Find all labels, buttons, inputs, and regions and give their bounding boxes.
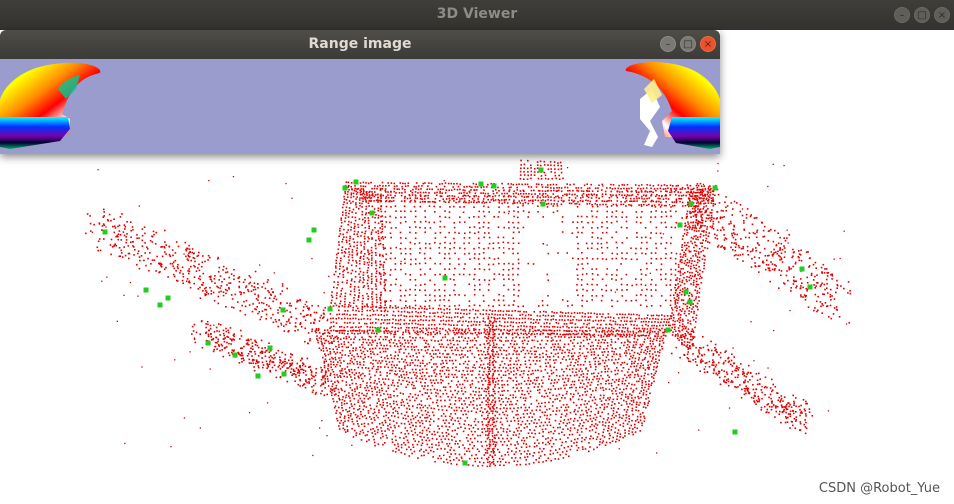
keypoint <box>807 284 813 290</box>
viewer-titlebar[interactable]: 3D Viewer – □ × <box>0 0 954 30</box>
keypoint <box>143 287 149 293</box>
range-image-canvas[interactable] <box>0 59 720 154</box>
keypoint <box>478 181 484 187</box>
viewer-window-title: 3D Viewer <box>436 6 518 22</box>
range-right-blob <box>625 62 720 149</box>
range-maximize-button[interactable]: □ <box>680 36 696 52</box>
viewer-close-button[interactable]: × <box>934 7 950 23</box>
keypoint <box>306 237 312 243</box>
keypoint <box>712 185 718 191</box>
keypoint <box>491 183 497 189</box>
range-window-controls: – □ × <box>660 36 716 52</box>
keypoint <box>205 340 211 346</box>
keypoint <box>677 222 683 228</box>
keypoint <box>311 227 317 233</box>
keypoint <box>342 185 348 191</box>
keypoint <box>281 371 287 377</box>
range-image-window: Range image – □ × <box>0 30 720 154</box>
keypoint <box>688 201 694 207</box>
keypoint <box>102 229 108 235</box>
keypoint <box>327 306 333 312</box>
keypoint <box>538 167 544 173</box>
keypoint <box>540 201 546 207</box>
keypoint <box>442 275 448 281</box>
keypoint <box>369 210 375 216</box>
viewer-window-controls: – □ × <box>894 7 950 23</box>
range-close-button[interactable]: × <box>700 36 716 52</box>
keypoint <box>375 327 381 333</box>
keypoint <box>232 352 238 358</box>
range-window-title: Range image <box>308 36 412 52</box>
keypoint <box>165 295 171 301</box>
keypoint <box>665 327 671 333</box>
viewer-maximize-button[interactable]: □ <box>914 7 930 23</box>
keypoint <box>255 373 261 379</box>
keypoint <box>732 429 738 435</box>
viewer-minimize-button[interactable]: – <box>894 7 910 23</box>
keypoint <box>462 460 468 466</box>
keypoint <box>157 302 163 308</box>
range-minimize-button[interactable]: – <box>660 36 676 52</box>
range-image <box>0 62 720 149</box>
keypoint <box>353 179 359 185</box>
csdn-watermark: CSDN @Robot_Yue <box>818 481 940 496</box>
desktop: 3D Viewer – □ × Range image – □ × CSDN @… <box>0 0 954 504</box>
range-titlebar[interactable]: Range image – □ × <box>0 30 720 59</box>
range-left-blob <box>0 62 101 149</box>
keypoint <box>799 266 805 272</box>
keypoint <box>267 345 273 351</box>
keypoint <box>687 299 693 305</box>
keypoint <box>683 289 689 295</box>
keypoint <box>280 307 286 313</box>
